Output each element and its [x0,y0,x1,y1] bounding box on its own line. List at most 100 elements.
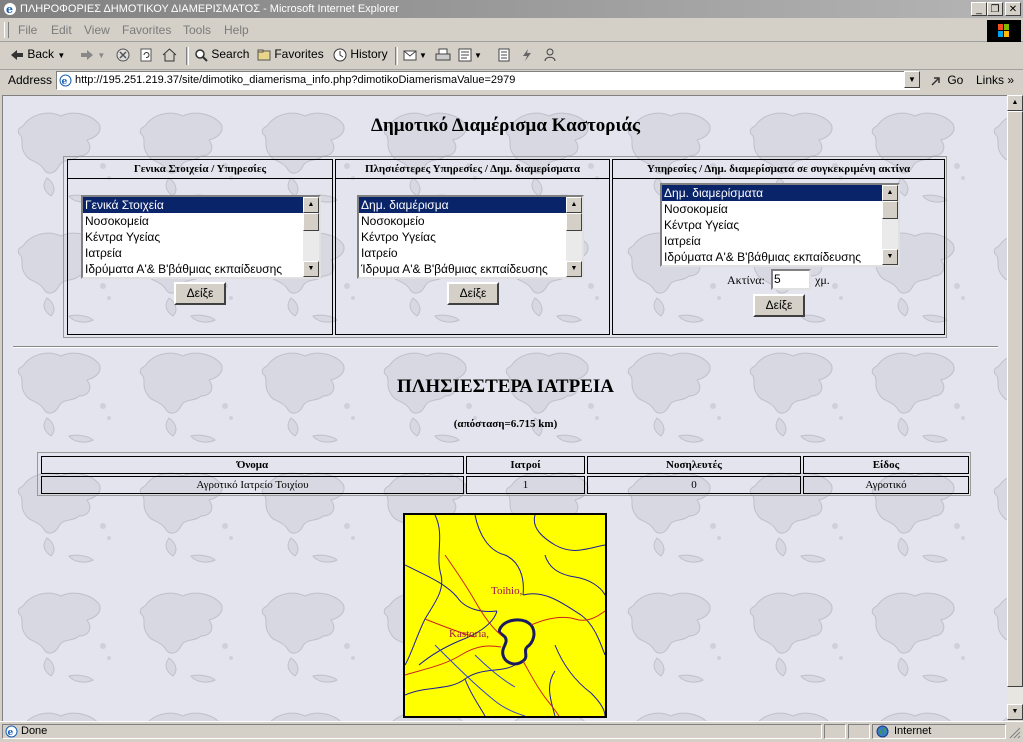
discuss-button[interactable] [497,47,511,62]
show-general-button[interactable]: Δείξε [174,282,226,305]
location-map[interactable]: Toihio, Kastoria, [403,513,607,718]
status-bar: e Done Internet [0,721,1023,742]
results-distance: (απόσταση=6.715 km) [453,418,558,430]
scroll-down-icon[interactable]: ▼ [882,249,898,265]
list-item[interactable]: Νοσοκομεία [662,201,898,217]
favorites-button[interactable]: Favorites [257,47,324,62]
internet-globe-icon [876,725,889,738]
scroll-up-icon[interactable]: ▲ [566,197,582,213]
list-item[interactable]: Κέντρα Υγείας [83,229,319,245]
print-button[interactable] [435,47,451,62]
results-heading: ΠΛΗΣΙΕΣΤΕΡΑ ΙΑΤΡΕΙΑ [396,376,614,397]
general-info-panel: Γενικα Στοιχεία / Υπηρεσίες Γενικά Στοιχ… [67,159,333,335]
general-info-listbox[interactable]: Γενικά Στοιχεία Νοσοκομεία Κέντρα Υγείας… [81,195,321,279]
address-url: http://195.251.219.37/site/dimotiko_diam… [75,74,516,86]
status-panel-zone: Internet [872,724,1006,739]
page-vertical-scrollbar[interactable]: ▲ ▼ [1007,95,1023,720]
history-icon [333,48,347,62]
discuss-icon [498,48,510,62]
listbox-scrollbar[interactable]: ▲ ▼ [566,197,582,277]
scroll-thumb[interactable] [1007,111,1023,687]
radius-services-panel: Υπηρεσίες / Δημ. διαμερίσματα σε συγκεκρ… [612,159,945,335]
menu-tools[interactable]: Tools [183,23,211,37]
list-item[interactable]: Ιατρείο [359,245,582,261]
home-button[interactable] [162,47,177,62]
messenger-button[interactable] [543,47,557,62]
address-dropdown-button[interactable]: ▼ [904,71,920,88]
column-header-nurses: Νοσηλευτές [587,456,801,474]
back-arrow-icon [11,49,23,60]
map-roads-graphic [405,515,605,716]
address-input[interactable]: e http://195.251.219.37/site/dimotiko_di… [56,71,920,90]
radius-label: Ακτίνα: [727,273,765,287]
toolbar-separator [395,47,398,65]
menu-favorites[interactable]: Favorites [122,23,171,37]
show-radius-button[interactable]: Δείξε [753,294,805,317]
page-title: Δημοτικό Διαμέρισμα Καστοριάς [371,115,640,136]
list-item[interactable]: Ιδρύματα Α'& Β'βάθμιας εκπαίδευσης [83,261,319,277]
nearest-services-header: Πλησιέστερες Υπηρεσίες / Δημ. διαμερίσμα… [336,160,609,179]
list-item[interactable]: Κέντρα Υγείας [662,217,898,233]
scroll-up-icon[interactable]: ▲ [303,197,319,213]
close-button[interactable]: ✕ [1005,2,1021,16]
address-label: Address [8,73,53,87]
windows-logo-icon [987,20,1021,42]
general-info-header: Γενικα Στοιχεία / Υπηρεσίες [68,160,332,179]
menu-file[interactable]: File [18,23,37,37]
lightning-button[interactable] [521,47,533,62]
scroll-down-icon[interactable]: ▼ [566,261,582,277]
forward-arrow-icon [81,49,93,60]
show-nearest-button[interactable]: Δείξε [447,282,499,305]
scroll-up-icon[interactable]: ▲ [882,185,898,201]
scroll-thumb[interactable] [303,213,319,231]
favorites-label: Favorites [274,47,324,61]
list-item[interactable]: Κέντρο Υγείας [359,229,582,245]
menu-help[interactable]: Help [224,23,249,37]
listbox-scrollbar[interactable]: ▲ ▼ [303,197,319,277]
nearest-services-listbox[interactable]: Δημ. διαμέρισμα Νοσοκομείο Κέντρο Υγείας… [357,195,584,279]
window-title: ΠΛΗΡΟΦΟΡΙΕΣ ΔΗΜΟΤΙΚΟΥ ΔΙΑΜΕΡΙΣΜΑΤΟΣ - Mi… [20,3,399,15]
svg-text:e: e [62,77,68,87]
edit-icon [458,48,472,62]
menu-view[interactable]: View [84,23,110,37]
links-label: Links [976,73,1005,87]
scroll-down-icon[interactable]: ▼ [303,261,319,277]
scroll-up-icon[interactable]: ▲ [1007,95,1023,111]
list-item[interactable]: Ιατρεία [662,233,898,249]
scroll-thumb[interactable] [566,213,582,231]
back-button[interactable]: Back ▼ [10,47,65,61]
mail-icon [403,50,417,61]
print-icon [435,48,451,61]
stop-button[interactable] [116,47,130,62]
history-button[interactable]: History [333,47,388,62]
edit-button[interactable]: ▼ [458,47,482,62]
list-item[interactable]: Νοσοκομείο [359,213,582,229]
list-item[interactable]: Ιατρεία [83,245,319,261]
scroll-down-icon[interactable]: ▼ [1007,704,1023,720]
resize-grip-icon[interactable] [1008,726,1021,739]
list-item[interactable]: Γενικά Στοιχεία [83,197,319,213]
restore-button[interactable]: ❐ [987,2,1003,16]
links-button[interactable]: Links » [976,73,1014,87]
forward-button[interactable]: ▼ [80,47,105,61]
search-panels-table: Γενικα Στοιχεία / Υπηρεσίες Γενικά Στοιχ… [63,156,947,338]
messenger-icon [544,48,556,61]
stop-icon [116,48,130,62]
list-item[interactable]: Δημ. διαμέρισμα [359,197,582,213]
scroll-thumb[interactable] [882,201,898,219]
status-panel-blank [824,724,846,739]
table-cell-doctors: 1 [466,476,585,494]
list-item[interactable]: Ιδρύματα Α'& Β'βάθμιας εκπαίδευσης [662,249,898,265]
refresh-button[interactable] [139,47,153,62]
menu-edit[interactable]: Edit [51,23,72,37]
go-button[interactable]: Go [930,73,963,87]
list-item[interactable]: Δημ. διαμερίσματα [662,185,898,201]
list-item[interactable]: Ίδρυμα Α'& Β'βάθμιας εκπαίδευσης [359,261,582,277]
mail-button[interactable]: ▼ [403,47,427,62]
radius-services-listbox[interactable]: Δημ. διαμερίσματα Νοσοκομεία Κέντρα Υγεί… [660,183,900,267]
listbox-scrollbar[interactable]: ▲ ▼ [882,185,898,265]
search-button[interactable]: Search [194,47,249,62]
minimize-button[interactable]: _ [971,2,987,16]
list-item[interactable]: Νοσοκομεία [83,213,319,229]
radius-input[interactable]: 5 [771,269,811,290]
